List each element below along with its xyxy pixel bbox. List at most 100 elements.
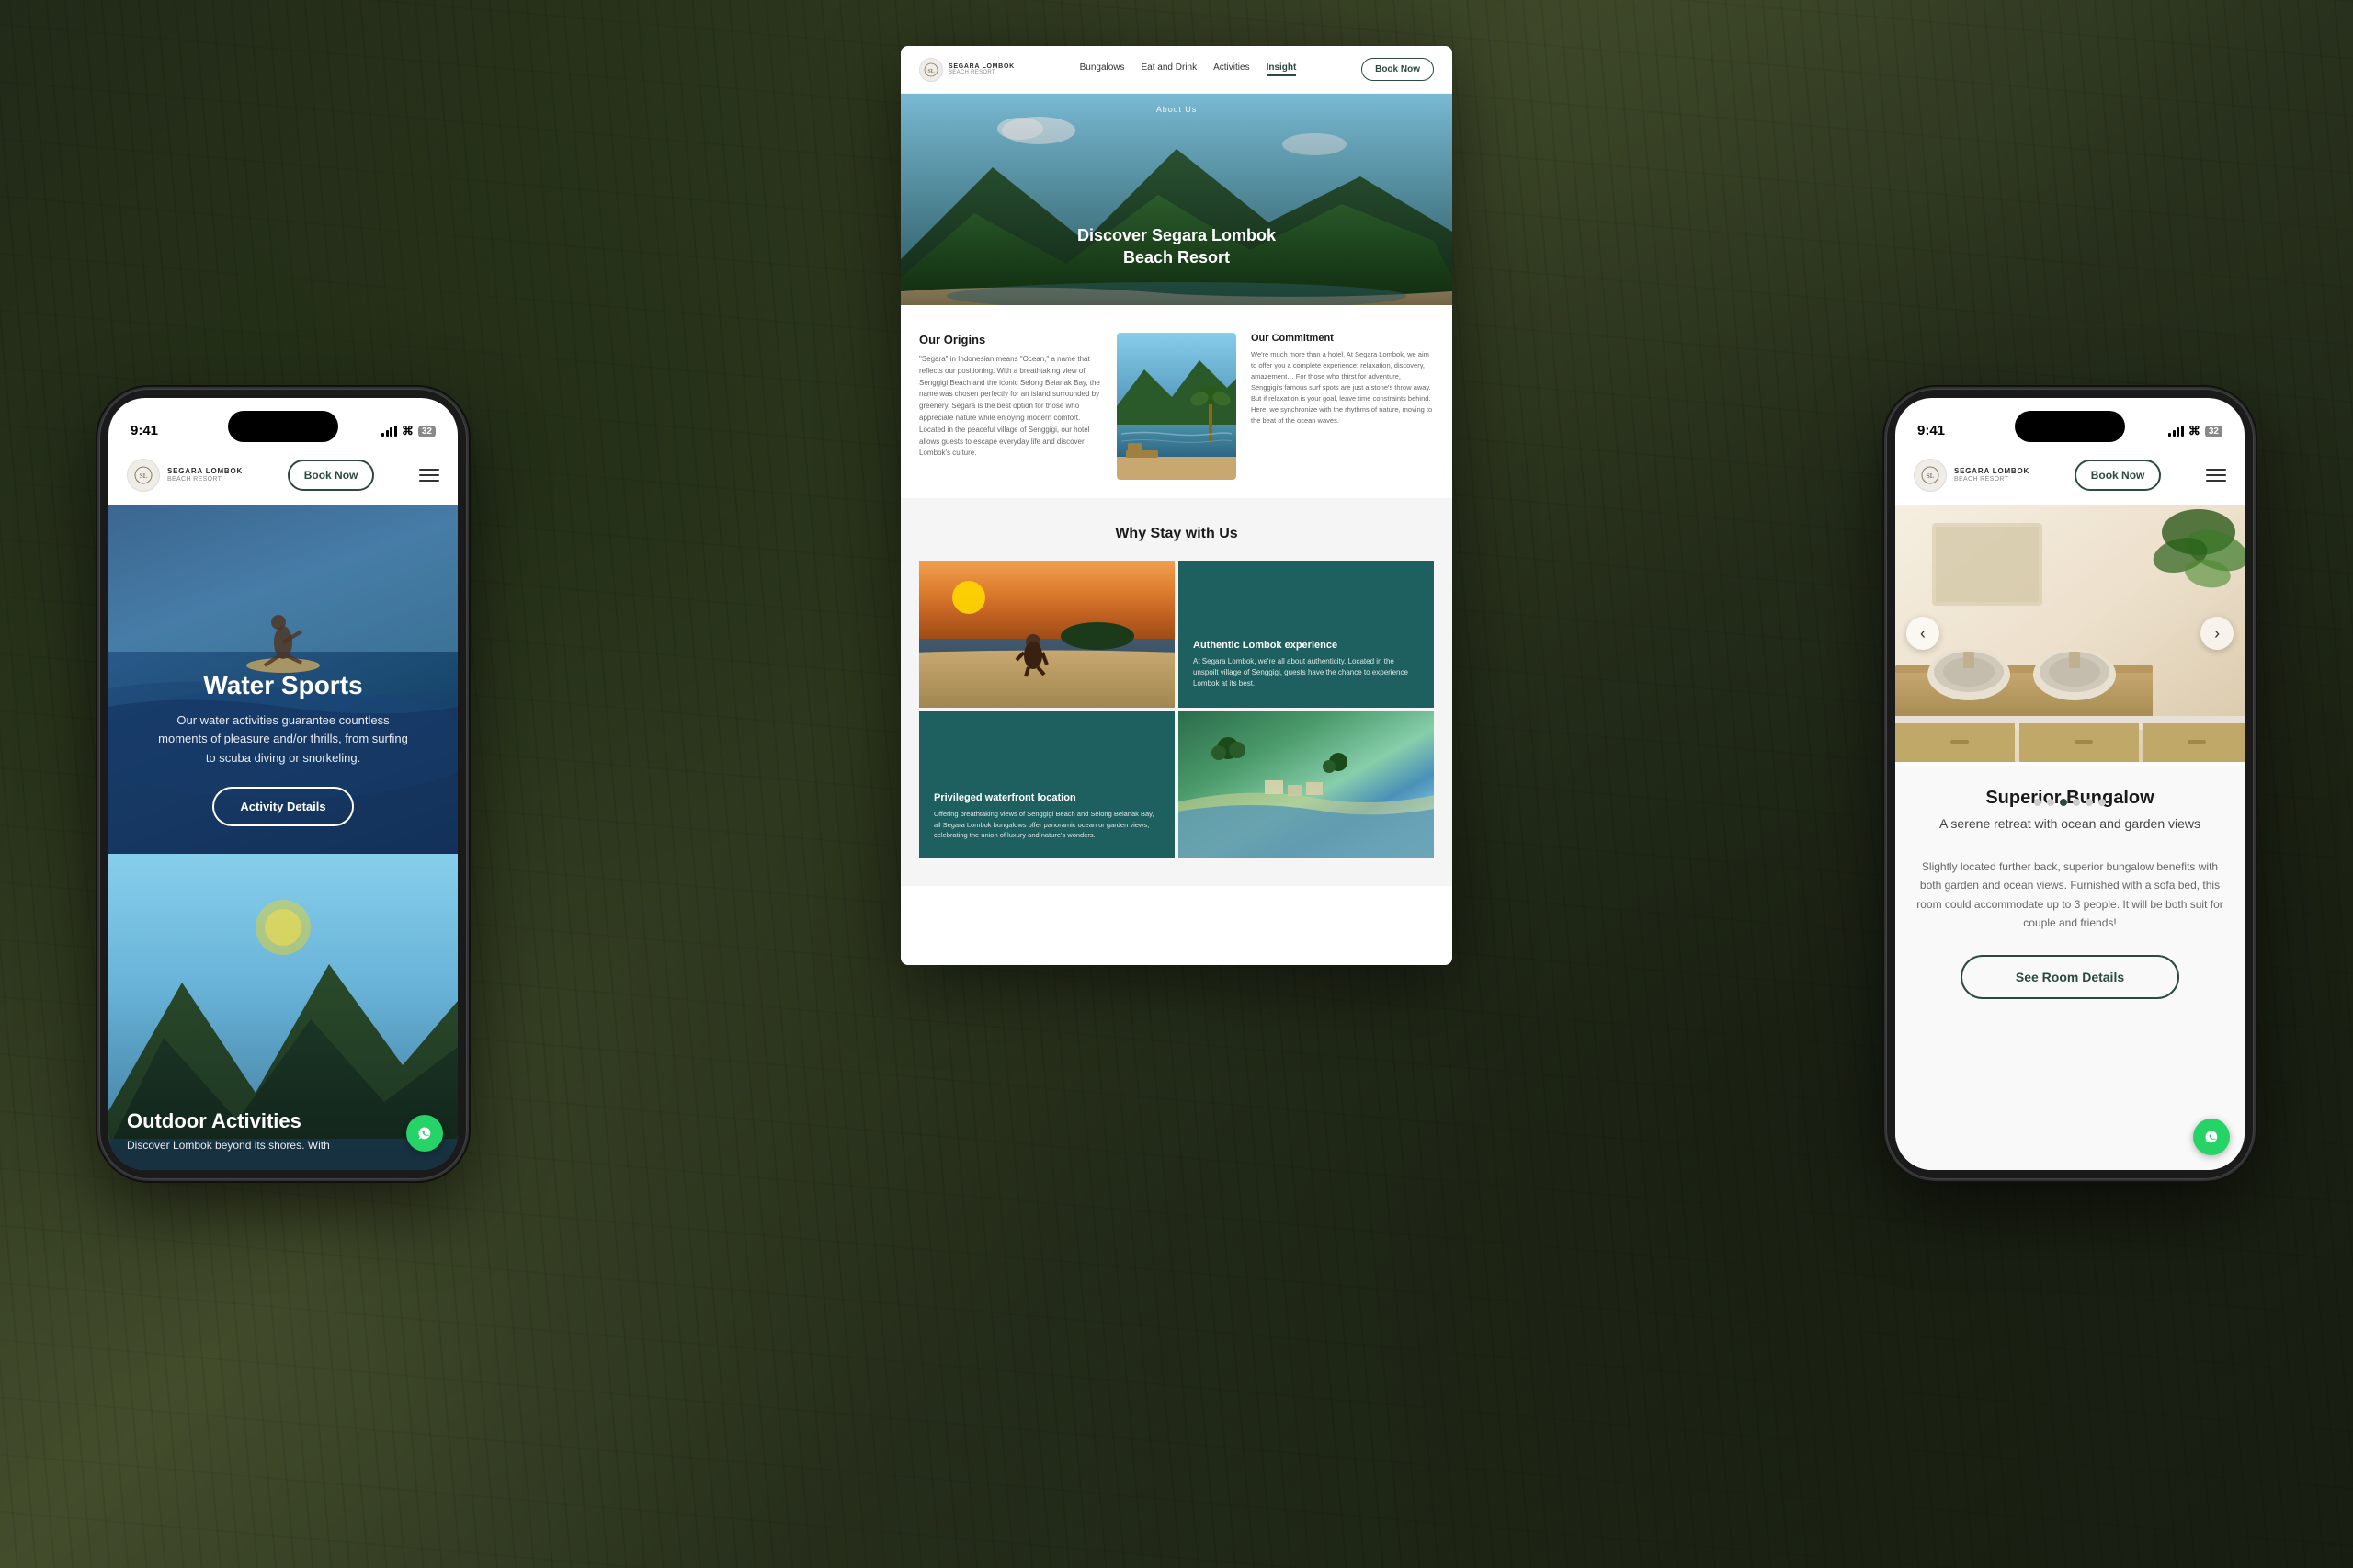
carousel-dots xyxy=(1895,799,2245,806)
carousel-arrow-left[interactable]: ‹ xyxy=(1906,617,1939,650)
right-phone-screen: 9:41 ⌘ 32 xyxy=(1895,398,2245,1170)
whatsapp-icon-right xyxy=(2201,1127,2222,1147)
logo-left: SL SEGARA LOMBOK BEACH RESORT xyxy=(127,459,243,492)
room-carousel: ‹ › xyxy=(1895,505,2245,762)
beach-card xyxy=(919,561,1175,708)
logo-right: SL SEGARA LOMBOK BEACH RESORT xyxy=(1914,459,2029,492)
origins-title: Our Origins xyxy=(919,333,1102,347)
arrow-left-icon: ‹ xyxy=(1920,625,1926,642)
hamburger-line-1 xyxy=(419,469,439,471)
water-sports-title: Water Sports xyxy=(154,671,412,700)
arrow-right-icon: › xyxy=(2214,625,2220,642)
dot-1[interactable] xyxy=(2034,799,2041,806)
logo-text-left: SEGARA LOMBOK BEACH RESORT xyxy=(167,467,243,483)
hamburger-r-line-3 xyxy=(2206,480,2226,482)
signal-bar-r2 xyxy=(2173,430,2176,437)
carousel-arrow-right[interactable]: › xyxy=(2200,617,2234,650)
svg-text:SL: SL xyxy=(140,472,148,480)
desktop-hero-title: Discover Segara Lombok Beach Resort xyxy=(1077,225,1276,268)
desktop-hero-overlay xyxy=(901,94,1452,305)
privileged-body: Offering breathtaking views of Senggigi … xyxy=(934,809,1160,840)
logo-line1-right: SEGARA LOMBOK xyxy=(1954,467,2029,476)
why-stay-section: Why Stay with Us xyxy=(901,498,1452,886)
aerial-card xyxy=(1178,711,1434,858)
why-stay-title: Why Stay with Us xyxy=(919,526,1434,542)
nav-link-insight[interactable]: Insight xyxy=(1267,62,1297,76)
left-phone-nav: SL SEGARA LOMBOK BEACH RESORT Book Now xyxy=(108,446,458,505)
main-scene: 9:41 ⌘ 32 xyxy=(0,0,2353,1568)
signal-right xyxy=(2168,426,2184,437)
dot-3[interactable] xyxy=(2060,799,2067,806)
signal-bar-2 xyxy=(386,430,389,437)
badge-left: 32 xyxy=(418,426,436,437)
nav-link-activities[interactable]: Activities xyxy=(1213,62,1249,76)
authentic-body: At Segara Lombok, we're all about authen… xyxy=(1193,656,1419,689)
dot-2[interactable] xyxy=(2047,799,2054,806)
hamburger-r-line-1 xyxy=(2206,469,2226,471)
dynamic-island-left xyxy=(228,411,338,442)
privileged-card: Privileged waterfront location Offering … xyxy=(919,711,1175,858)
logo-line1-left: SEGARA LOMBOK xyxy=(167,467,243,476)
desktop-nav: SL SEGARA LOMBOK BEACH RESORT Bungalows … xyxy=(901,46,1452,94)
whatsapp-icon-left xyxy=(415,1123,435,1143)
signal-left xyxy=(381,426,397,437)
desktop-hero: About Us Discover Segara Lombok Beach Re… xyxy=(901,94,1452,305)
time-left: 9:41 xyxy=(131,423,158,438)
right-phone: 9:41 ⌘ 32 xyxy=(1886,389,2254,1179)
hamburger-right[interactable] xyxy=(2206,469,2226,482)
desktop-logo-line1: SEGARA LOMBOK xyxy=(949,63,1015,70)
svg-text:SL: SL xyxy=(1927,472,1935,480)
whatsapp-bubble-left[interactable] xyxy=(406,1115,443,1152)
room-description: Slightly located further back, superior … xyxy=(1914,858,2226,933)
desktop-nav-links: Bungalows Eat and Drink Activities Insig… xyxy=(1080,62,1297,76)
hamburger-line-2 xyxy=(419,474,439,476)
pool-svg xyxy=(1117,333,1236,480)
book-now-button-desktop[interactable]: Book Now xyxy=(1361,58,1434,81)
desktop-logo-circle: SL xyxy=(919,58,943,82)
outdoor-section: Outdoor Activities Discover Lombok beyon… xyxy=(108,854,458,1170)
time-right: 9:41 xyxy=(1917,423,1945,438)
hamburger-r-line-2 xyxy=(2206,474,2226,476)
right-phone-nav: SL SEGARA LOMBOK BEACH RESORT Book Now xyxy=(1895,446,2245,505)
authentic-title: Authentic Lombok experience xyxy=(1193,640,1419,651)
water-sports-desc: Our water activities guarantee countless… xyxy=(154,711,412,768)
desktop-logo-text: SEGARA LOMBOK BEACH RESORT xyxy=(949,63,1015,75)
authentic-card: Authentic Lombok experience At Segara Lo… xyxy=(1178,561,1434,708)
about-us-label: About Us xyxy=(1156,105,1197,114)
activity-details-button[interactable]: Activity Details xyxy=(212,787,353,826)
dot-6[interactable] xyxy=(2098,799,2106,806)
desktop-logo-line2: BEACH RESORT xyxy=(949,70,1015,75)
beach-svg xyxy=(919,561,1175,708)
water-sports-hero: Water Sports Our water activities guaran… xyxy=(108,505,458,854)
desktop-logo: SL SEGARA LOMBOK BEACH RESORT xyxy=(919,58,1015,82)
left-phone-screen: 9:41 ⌘ 32 xyxy=(108,398,458,1170)
status-icons-left: ⌘ 32 xyxy=(381,424,436,438)
badge-right: 32 xyxy=(2205,426,2222,437)
whatsapp-bubble-right[interactable] xyxy=(2193,1119,2230,1155)
nav-link-eat-drink[interactable]: Eat and Drink xyxy=(1142,62,1198,76)
logo-text-right: SEGARA LOMBOK BEACH RESORT xyxy=(1954,467,2029,483)
dot-5[interactable] xyxy=(2086,799,2093,806)
hamburger-left[interactable] xyxy=(419,469,439,482)
link-icon-right: ⌘ xyxy=(2188,424,2200,438)
commitment-body: We're much more than a hotel. At Segara … xyxy=(1251,349,1434,426)
origins-text: Our Origins "Segara" in Indonesian means… xyxy=(919,333,1102,460)
dot-4[interactable] xyxy=(2073,799,2080,806)
left-phone: 9:41 ⌘ 32 xyxy=(99,389,467,1179)
desktop-content[interactable]: Our Origins "Segara" in Indonesian means… xyxy=(901,305,1452,965)
room-card: Superior Bungalow A serene retreat with … xyxy=(1895,766,2245,1170)
room-image-svg xyxy=(1895,505,2245,762)
signal-bar-4 xyxy=(394,426,397,437)
logo-circle-left: SL xyxy=(127,459,160,492)
see-room-details-button[interactable]: See Room Details xyxy=(1961,955,2179,999)
book-now-button-left[interactable]: Book Now xyxy=(288,460,375,491)
commitment-title: Our Commitment xyxy=(1251,333,1434,344)
svg-text:SL: SL xyxy=(927,69,934,74)
nav-link-bungalows[interactable]: Bungalows xyxy=(1080,62,1125,76)
book-now-button-right[interactable]: Book Now xyxy=(2075,460,2162,491)
signal-bar-r3 xyxy=(2177,427,2179,437)
desktop-logo-emblem: SL xyxy=(923,62,939,78)
water-sports-text: Water Sports Our water activities guaran… xyxy=(154,671,412,826)
aerial-svg xyxy=(1178,711,1434,858)
logo-emblem-right: SL xyxy=(1920,465,1940,485)
